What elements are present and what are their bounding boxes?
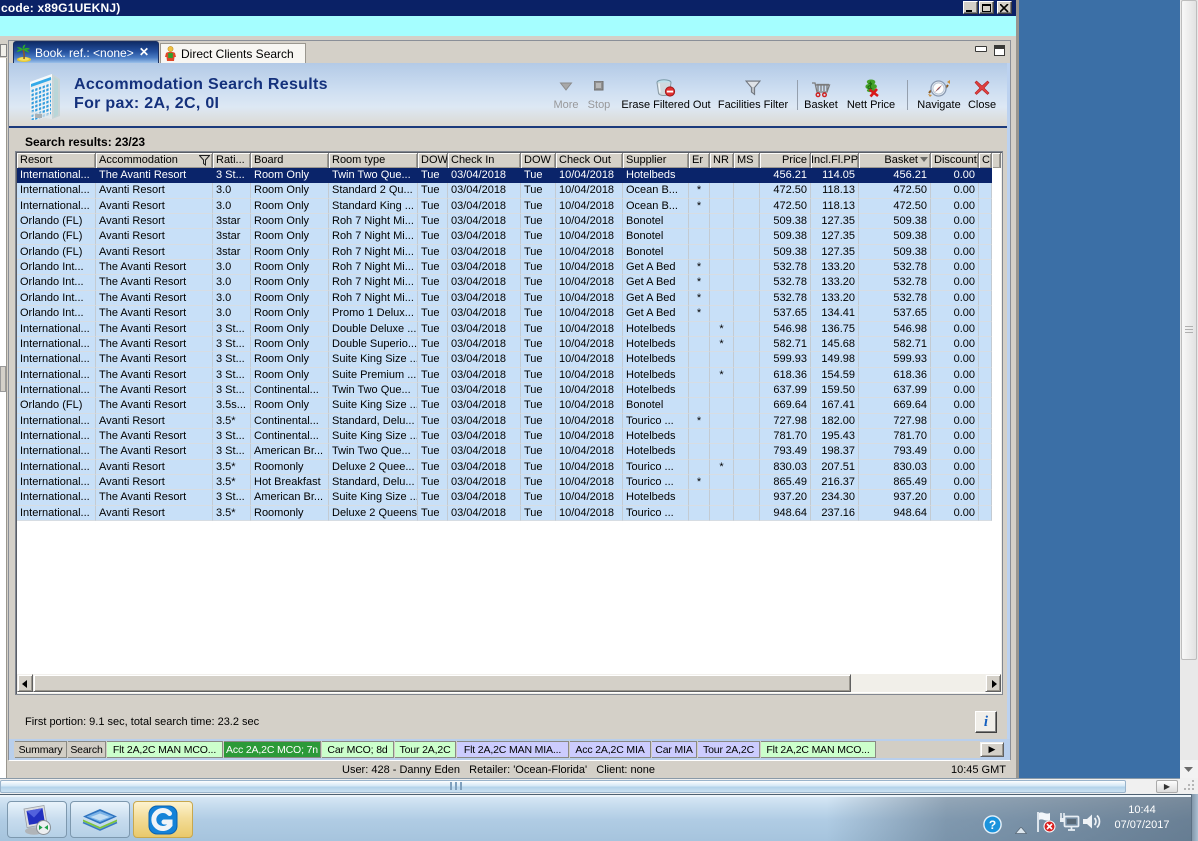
svg-text:?: ? <box>989 818 996 832</box>
